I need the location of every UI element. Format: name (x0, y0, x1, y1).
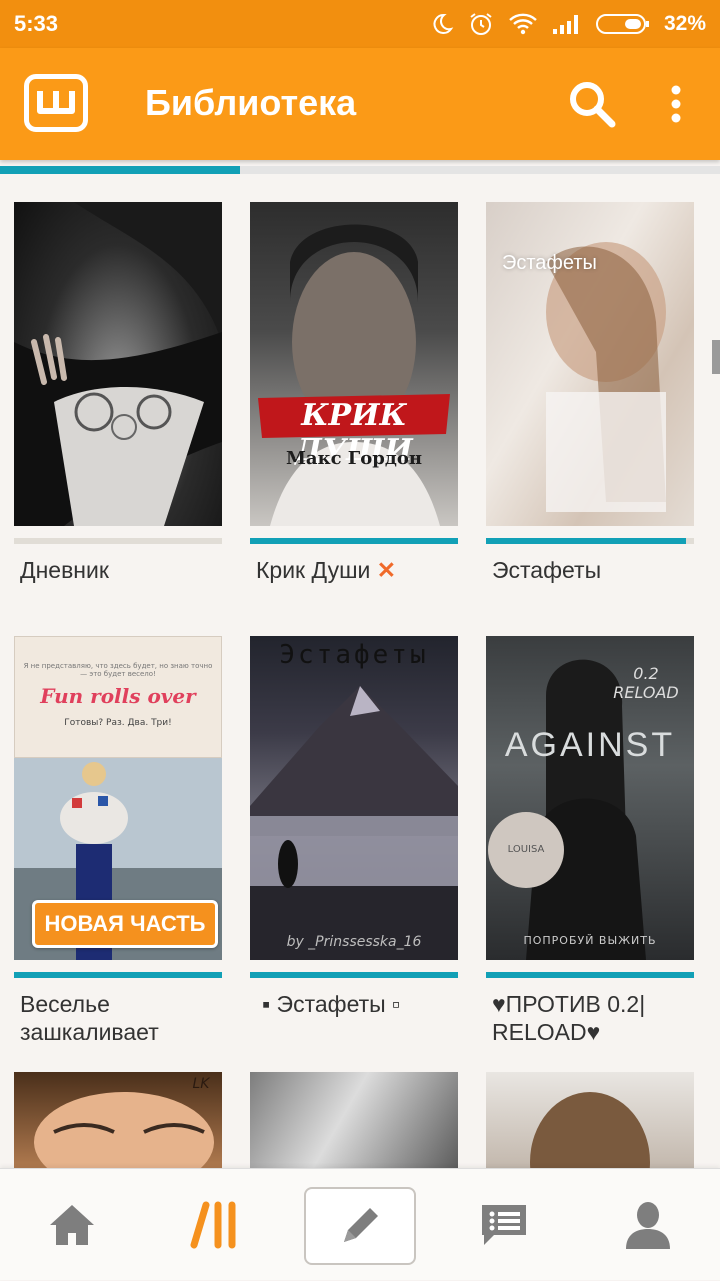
story-card[interactable]: Эстафеты (486, 202, 694, 526)
bottom-nav (0, 1168, 720, 1280)
cover-author: ПОПРОБУЙ ВЫЖИТЬ (523, 934, 657, 947)
cover-subtitle: 0.2 RELOAD (613, 664, 679, 702)
cover-tagline: Я не представляю, что здесь будет, но зн… (23, 662, 213, 678)
story-card[interactable]: AGAINST 0.2 RELOAD LOUISA ПОПРОБУЙ ВЫЖИТ… (486, 636, 694, 960)
cover-author: by _Prinssesska_16 (286, 934, 422, 950)
cover-title: Эстафеты (502, 252, 597, 274)
cover-mark: LK (192, 1076, 210, 1092)
story-card[interactable]: Эстафеты by _Prinssesska_16 (250, 636, 458, 960)
nav-write[interactable] (304, 1187, 416, 1265)
reading-progress (486, 972, 694, 978)
story-title: Эстафеты (492, 557, 602, 583)
cover-art-mountain (250, 686, 458, 960)
nav-messages[interactable] (452, 1169, 556, 1281)
library-grid: Дневник КРИК ДУШИ Макс Гордон Крик Души … (0, 0, 720, 1280)
scrollbar[interactable] (712, 340, 720, 374)
story-title: Дневник (20, 557, 109, 583)
story-cover[interactable]: Эстафеты by _Prinssesska_16 (250, 636, 458, 960)
cover-author: Макс Гордон (285, 448, 422, 469)
reading-progress (250, 538, 458, 544)
reading-progress (14, 972, 222, 978)
nav-home[interactable] (20, 1169, 124, 1281)
home-icon (50, 1205, 94, 1245)
story-title: Крик Души ✕ (256, 557, 397, 583)
story-cover[interactable]: Эстафеты (486, 202, 694, 526)
cover-art-hair (530, 1092, 650, 1168)
story-cover[interactable] (14, 202, 222, 526)
story-cover[interactable]: AGAINST 0.2 RELOAD LOUISA ПОПРОБУЙ ВЫЖИТ… (486, 636, 694, 960)
cover-title: Fun rolls over (40, 684, 196, 708)
story-card[interactable]: КРИК ДУШИ Макс Гордон (250, 202, 458, 526)
cover-title: Эстафеты (279, 640, 429, 670)
story-card[interactable] (486, 1072, 694, 1168)
profile-icon (626, 1202, 670, 1249)
cover-title: AGAINST (504, 726, 676, 764)
cover-art-portrait (258, 224, 450, 526)
pencil-icon (344, 1208, 378, 1242)
remove-icon[interactable]: ✕ (377, 557, 396, 583)
story-card[interactable] (14, 202, 222, 526)
story-card[interactable] (250, 1072, 458, 1168)
reading-progress (14, 538, 222, 544)
cover-art-lace (14, 202, 222, 526)
story-card[interactable]: LK (14, 1072, 222, 1168)
nav-library[interactable] (164, 1169, 268, 1281)
story-card[interactable]: Я не представляю, что здесь будет, но зн… (14, 636, 222, 960)
new-part-badge: НОВАЯ ЧАСТЬ (32, 900, 218, 948)
reading-progress (486, 538, 694, 544)
story-cover[interactable] (250, 1072, 458, 1168)
reading-progress (250, 972, 458, 978)
cover-stamp: LOUISA (507, 844, 545, 855)
cover-subtitle: Готовы? Раз. Два. Три! (64, 718, 172, 728)
story-title: Веселье зашкаливает (20, 991, 159, 1045)
story-title: ▪ Эстафеты ▫ (262, 991, 401, 1017)
cover-art-blurred (546, 242, 666, 512)
story-cover[interactable] (486, 1072, 694, 1168)
nav-profile[interactable] (596, 1169, 700, 1281)
story-title: ♥ПРОТИВ 0.2| RELOAD♥ (492, 991, 646, 1045)
library-icon (190, 1201, 236, 1249)
messages-icon (482, 1205, 526, 1245)
story-cover[interactable]: КРИК ДУШИ Макс Гордон (250, 202, 458, 526)
story-cover[interactable]: LK (14, 1072, 222, 1168)
